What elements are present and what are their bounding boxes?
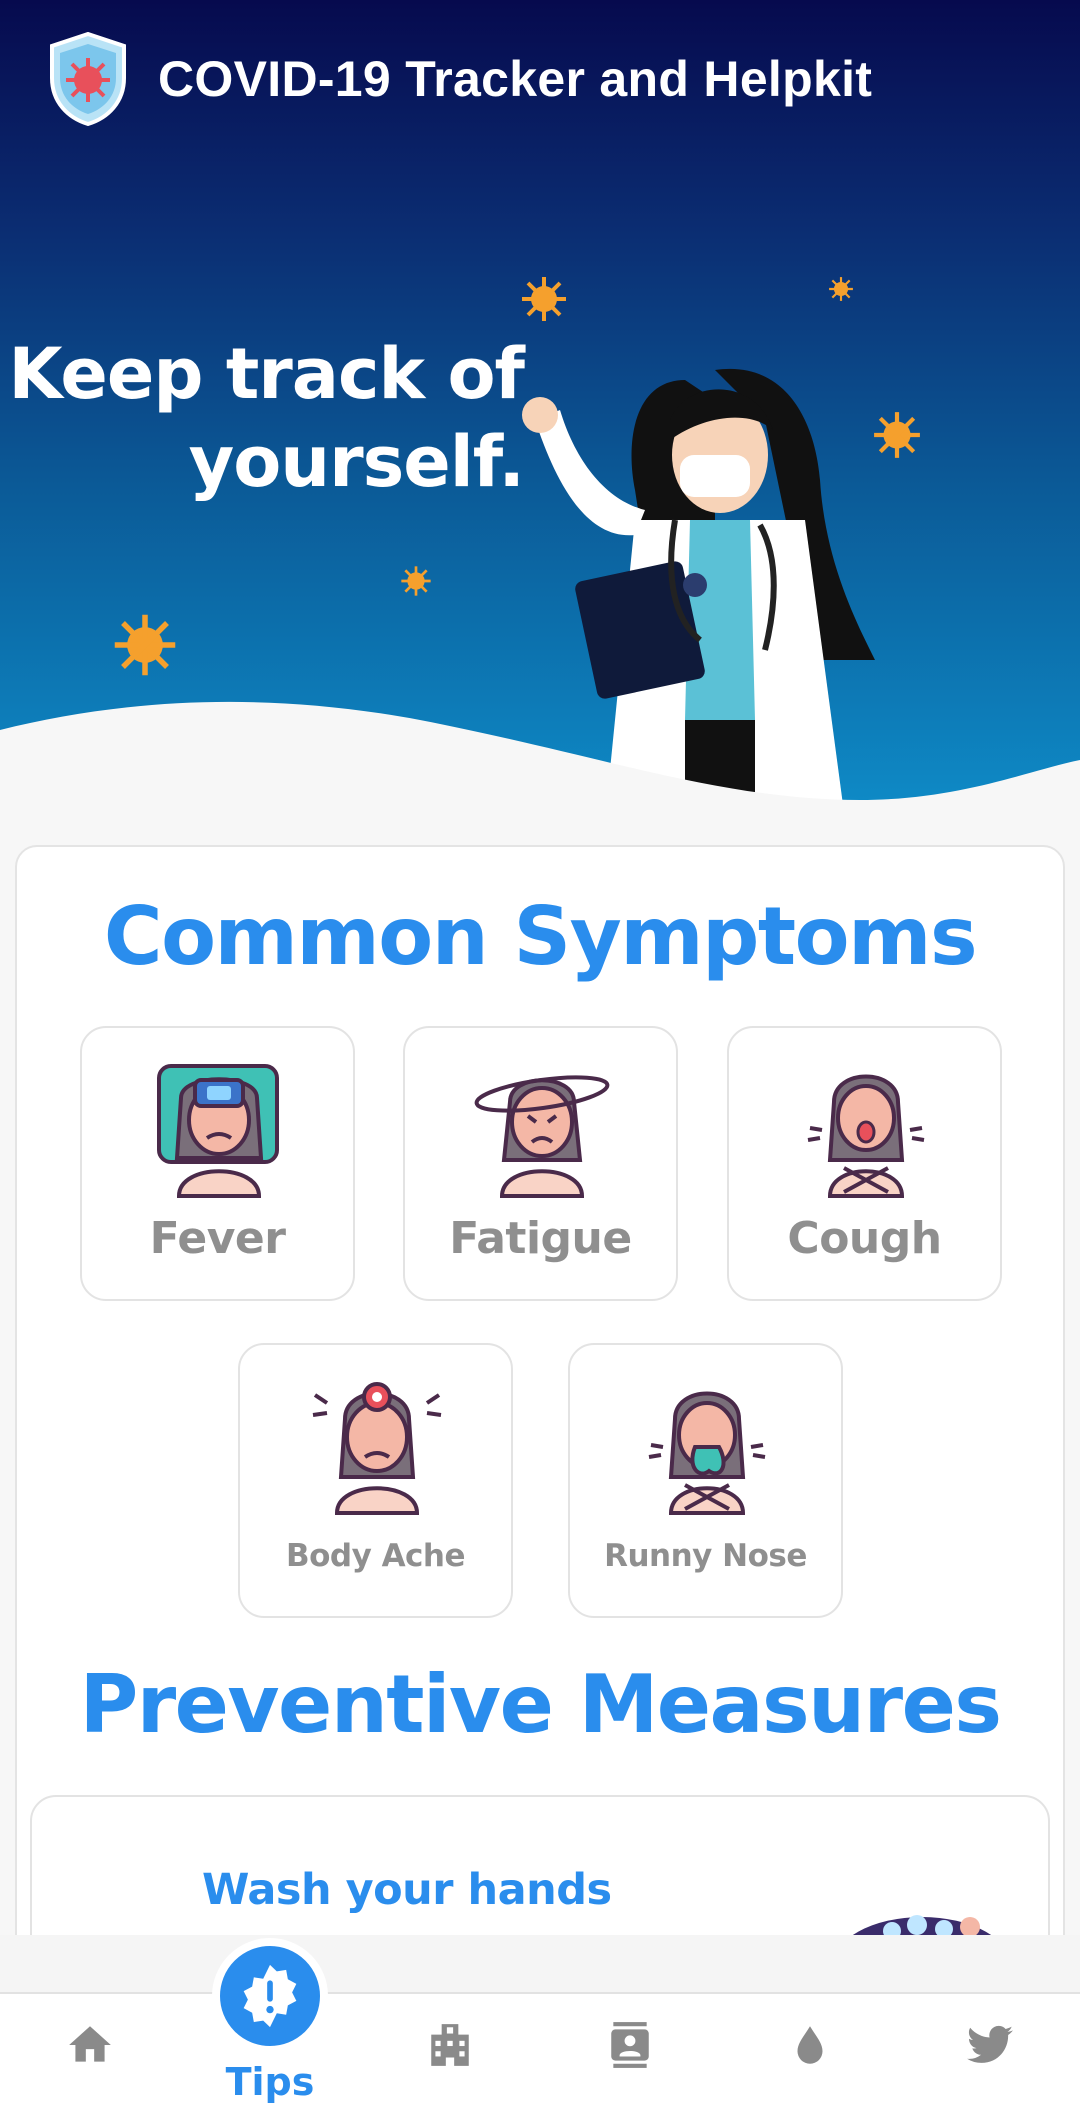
hero-wave	[0, 701, 1080, 820]
fever-icon	[157, 1064, 279, 1198]
symptom-tile-body-ache[interactable]: Body Ache	[238, 1343, 513, 1618]
symptoms-title: Common Symptoms	[103, 890, 978, 983]
shield-virus-icon	[50, 32, 126, 126]
nav-contacts[interactable]	[565, 1994, 695, 2116]
nav-blood[interactable]	[745, 1994, 875, 2116]
fatigue-icon	[474, 1075, 610, 1198]
app-bar: COVID-19 Tracker and Helpkit	[0, 0, 1080, 160]
symptom-label: Cough	[787, 1213, 942, 1264]
symptom-tile-cough[interactable]: Cough	[727, 1026, 1002, 1301]
blood-drop-icon	[797, 2026, 823, 2064]
nav-twitter[interactable]	[925, 1994, 1055, 2116]
nav-shadow	[0, 1935, 1080, 1993]
symptom-label: Fever	[149, 1213, 286, 1264]
symptom-tile-fever[interactable]: Fever	[80, 1026, 355, 1301]
symptom-label: Body Ache	[285, 1538, 466, 1574]
home-icon	[69, 2026, 111, 2062]
measure-title: Wash your hands	[202, 1865, 612, 1915]
cough-icon	[807, 1074, 925, 1198]
nav-tips[interactable]	[212, 1938, 328, 2054]
body-ache-icon	[312, 1382, 442, 1515]
nav-tips-label[interactable]: Tips	[200, 2060, 340, 2104]
symptom-tile-fatigue[interactable]: Fatigue	[403, 1026, 678, 1301]
virus-icon	[522, 277, 566, 321]
hero-headline-line2: yourself.	[188, 421, 525, 503]
runny-nose-icon	[648, 1391, 766, 1515]
contact-book-icon	[611, 2022, 649, 2068]
hero-headline: Keep track of yourself.	[8, 330, 525, 506]
symptom-tile-runny-nose[interactable]: Runny Nose	[568, 1343, 843, 1618]
symptom-label: Runny Nose	[604, 1538, 807, 1574]
nav-home[interactable]	[25, 1994, 155, 2116]
virus-icon	[829, 277, 853, 301]
bottom-nav	[0, 1992, 1080, 2116]
twitter-icon	[967, 2025, 1013, 2063]
hero-headline-line1: Keep track of	[8, 333, 525, 415]
symptom-label: Fatigue	[449, 1213, 632, 1264]
virus-icon	[114, 614, 176, 676]
hospital-icon	[431, 2024, 469, 2066]
app-title: COVID-19 Tracker and Helpkit	[158, 51, 873, 107]
nav-hospitals[interactable]	[385, 1994, 515, 2116]
virus-icon	[401, 566, 431, 596]
prevention-title: Preventive Measures	[79, 1658, 1002, 1751]
alert-badge-icon	[243, 1964, 297, 2028]
